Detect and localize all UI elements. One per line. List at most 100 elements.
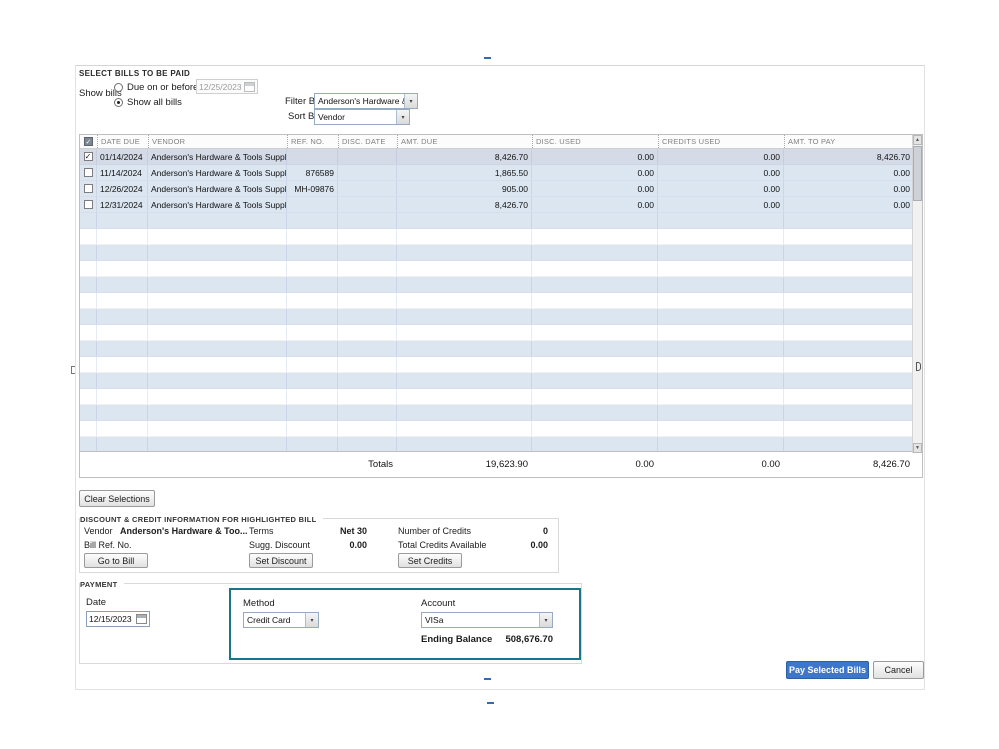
bill-row[interactable]: 12/31/2024 Anderson's Hardware & Tools Su…	[80, 197, 914, 213]
cell	[784, 261, 914, 276]
cell	[338, 357, 397, 372]
empty-row	[80, 437, 914, 451]
set-discount-button[interactable]: Set Discount	[249, 553, 313, 568]
col-header-disc-used[interactable]: DISC. USED	[532, 135, 658, 148]
col-header-ref-no[interactable]: REF. NO.	[287, 135, 338, 148]
col-header-vendor[interactable]: VENDOR	[148, 135, 287, 148]
method-dropdown[interactable]: Credit Card ▾	[243, 612, 319, 628]
bill-row[interactable]: 11/14/2024 Anderson's Hardware & Tools Su…	[80, 165, 914, 181]
account-dropdown[interactable]: VISa ▾	[421, 612, 553, 628]
totals-credits-used: 0.00	[761, 459, 781, 470]
cell	[532, 341, 658, 356]
cell	[287, 389, 338, 404]
empty-cell	[80, 309, 97, 324]
cell	[287, 341, 338, 356]
radio-icon[interactable]	[114, 83, 123, 92]
empty-cell	[80, 261, 97, 276]
chevron-down-icon[interactable]: ▾	[539, 613, 552, 627]
cell	[148, 389, 287, 404]
row-checkbox[interactable]	[80, 197, 97, 212]
cell: 0.00	[532, 149, 658, 164]
cell: 905.00	[397, 181, 532, 196]
cell	[287, 405, 338, 420]
cell	[287, 437, 338, 451]
col-header-amt-due[interactable]: AMT. DUE	[397, 135, 532, 148]
empty-row	[80, 341, 914, 357]
scroll-down-icon[interactable]: ▼	[913, 443, 922, 453]
cell	[784, 277, 914, 292]
cell	[532, 245, 658, 260]
cell	[784, 437, 914, 451]
cell	[97, 229, 148, 244]
cell	[784, 245, 914, 260]
payment-date-input[interactable]: 12/15/2023	[86, 611, 150, 627]
cell	[148, 437, 287, 451]
calendar-icon[interactable]	[136, 614, 147, 624]
filter-by-dropdown[interactable]: Anderson's Hardware & ... ▾	[314, 93, 418, 109]
bill-row[interactable]: 12/26/2024 Anderson's Hardware & Tools Su…	[80, 181, 914, 197]
check-icon: ✓	[84, 137, 93, 146]
table-scrollbar[interactable]: ▲ ▼	[912, 135, 922, 453]
cell	[338, 277, 397, 292]
cell	[287, 293, 338, 308]
cell	[148, 341, 287, 356]
empty-row	[80, 293, 914, 309]
cell: 0.00	[532, 197, 658, 212]
scrollbar-thumb[interactable]	[913, 146, 922, 201]
row-checkbox[interactable]	[80, 165, 97, 180]
cell: 1,865.50	[397, 165, 532, 180]
bills-table-header: ✓ DATE DUE VENDOR REF. NO. DISC. DATE AMT. DU…	[80, 135, 914, 149]
cell: 0.00	[658, 181, 784, 196]
scroll-up-icon[interactable]: ▲	[913, 135, 922, 145]
bill-row[interactable]: ✓ 01/14/2024 Anderson's Hardware & Tools S…	[80, 149, 914, 165]
method-label: Method	[243, 598, 275, 609]
totals-label: Totals	[368, 459, 393, 470]
vendor-label: Vendor	[84, 526, 113, 536]
chevron-down-icon[interactable]: ▾	[404, 94, 417, 108]
cell: 876589	[287, 165, 338, 180]
radio-show-all-bills[interactable]: Show all bills	[114, 97, 182, 108]
set-credits-button[interactable]: Set Credits	[398, 553, 462, 568]
radio-icon[interactable]	[114, 98, 123, 107]
cell	[338, 149, 397, 164]
pay-selected-bills-button[interactable]: Pay Selected Bills	[786, 661, 869, 679]
cell	[397, 309, 532, 324]
cell	[784, 213, 914, 228]
cell	[658, 309, 784, 324]
chevron-down-icon[interactable]: ▾	[305, 613, 318, 627]
checkbox-icon	[83, 184, 93, 193]
cell	[784, 421, 914, 436]
cancel-button[interactable]: Cancel	[873, 661, 924, 679]
cell	[338, 373, 397, 388]
chevron-down-icon[interactable]: ▾	[396, 110, 409, 124]
empty-cell	[80, 341, 97, 356]
select-all-checkbox[interactable]: ✓	[80, 135, 97, 148]
row-checkbox[interactable]: ✓	[80, 149, 97, 164]
totals-row: Totals 19,623.90 0.00 0.00 8,426.70	[80, 451, 922, 477]
cell: 8,426.70	[397, 197, 532, 212]
calendar-icon	[244, 81, 255, 92]
cell	[658, 261, 784, 276]
ending-balance-value: 508,676.70	[505, 634, 553, 645]
cell	[658, 437, 784, 451]
account-value: VISa	[425, 615, 444, 625]
radio-due-on-or-before[interactable]: Due on or before	[114, 82, 198, 93]
cell	[338, 341, 397, 356]
cell	[658, 245, 784, 260]
empty-row	[80, 421, 914, 437]
cell	[397, 277, 532, 292]
empty-cell	[80, 357, 97, 372]
clear-selections-button[interactable]: Clear Selections	[79, 490, 155, 507]
cell	[532, 405, 658, 420]
col-header-date-due[interactable]: DATE DUE	[97, 135, 148, 148]
col-header-amt-to-pay[interactable]: AMT. TO PAY	[784, 135, 914, 148]
col-header-credits-used[interactable]: CREDITS USED	[658, 135, 784, 148]
col-header-disc-date[interactable]: DISC. DATE	[338, 135, 397, 148]
go-to-bill-button[interactable]: Go to Bill	[84, 553, 148, 568]
cell	[148, 229, 287, 244]
sort-by-dropdown[interactable]: Vendor ▾	[314, 109, 410, 125]
row-checkbox[interactable]	[80, 181, 97, 196]
cell	[148, 245, 287, 260]
cell	[97, 357, 148, 372]
cell	[148, 293, 287, 308]
